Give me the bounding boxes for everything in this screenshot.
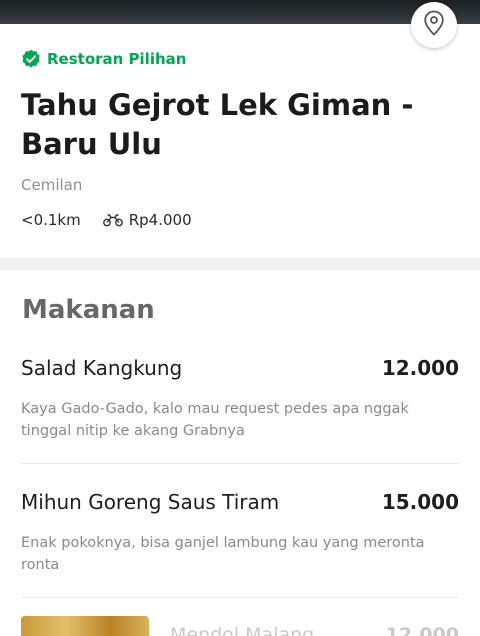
menu-section-title: Makanan [22, 295, 155, 325]
menu-item-photo[interactable] [21, 616, 149, 636]
restaurant-meta: <0.1km Rp4.000 [21, 210, 192, 230]
menu-item-price: 12.000 [381, 356, 459, 380]
menu-item-description: Enak pokoknya, bisa ganjel lambung kau y… [21, 535, 425, 573]
menu-item-description: Kaya Gado-Gado, kalo mau request pedes a… [21, 401, 409, 439]
menu-item-name: Mihun Goreng Saus Tiram [21, 490, 280, 514]
restoran-pilihan-badge: Restoran Pilihan [21, 48, 186, 70]
menu-item[interactable]: Mendol Malang 12.000 [170, 622, 459, 636]
menu-item-price: 15.000 [381, 490, 459, 514]
item-separator [21, 463, 459, 464]
badge-label: Restoran Pilihan [47, 50, 187, 68]
menu-item[interactable]: Salad Kangkung 12.000 Kaya Gado-Gado, ka… [21, 356, 459, 442]
motorbike-icon [102, 213, 123, 227]
map-location-button[interactable] [411, 2, 457, 48]
restaurant-name: Tahu Gejrot Lek Giman - Baru Ulu [21, 88, 414, 161]
menu-item-price: 12.000 [385, 624, 459, 636]
item-separator [21, 597, 459, 598]
map-pin-icon [423, 10, 445, 40]
hero-image [0, 0, 480, 24]
menu-item-name: Mendol Malang [170, 624, 315, 636]
menu-item-name: Salad Kangkung [21, 356, 183, 380]
delivery-fee-label: Rp4.000 [128, 211, 192, 229]
section-divider [0, 258, 480, 270]
restaurant-category: Cemilan [21, 176, 83, 194]
distance-label: <0.1km [21, 211, 81, 229]
menu-item[interactable]: Mihun Goreng Saus Tiram 15.000 Enak poko… [21, 490, 459, 576]
verified-check-icon [21, 49, 41, 69]
